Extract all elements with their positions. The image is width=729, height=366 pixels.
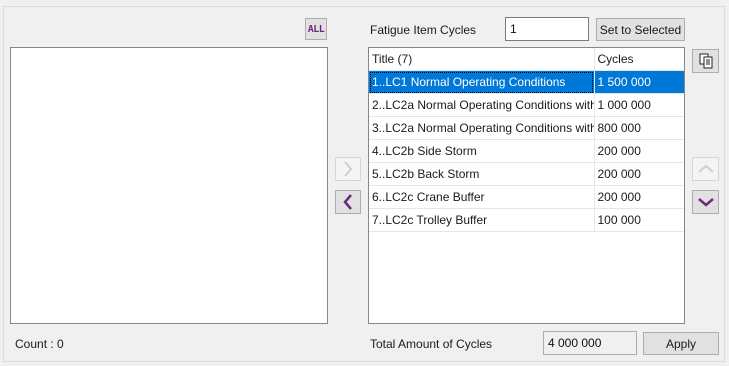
row-title-cell[interactable]: 5..LC2b Back Storm bbox=[369, 162, 595, 186]
copy-icon bbox=[699, 53, 712, 69]
table-row[interactable]: 2..LC2a Normal Operating Conditions with… bbox=[369, 93, 684, 117]
fatigue-cycles-input[interactable] bbox=[505, 17, 589, 41]
row-title-cell[interactable]: 6..LC2c Crane Buffer bbox=[369, 185, 595, 209]
row-cycles-cell[interactable]: 200 000 bbox=[594, 162, 684, 186]
move-right-button[interactable] bbox=[335, 157, 361, 181]
table-row[interactable]: 5..LC2b Back Storm 200 000 bbox=[369, 162, 684, 186]
row-cycles-cell[interactable]: 200 000 bbox=[594, 139, 684, 163]
fatigue-item-cycles-label: Fatigue Item Cycles bbox=[370, 23, 477, 37]
chevron-down-icon bbox=[697, 198, 714, 207]
set-to-selected-label: Set to Selected bbox=[599, 22, 682, 37]
row-cycles-cell[interactable]: 1 500 000 bbox=[594, 70, 684, 94]
row-cycles-cell[interactable]: 200 000 bbox=[594, 185, 684, 209]
copy-button[interactable] bbox=[692, 49, 719, 73]
chevron-right-icon bbox=[344, 161, 353, 177]
move-down-button[interactable] bbox=[692, 190, 719, 214]
all-button-label: ALL bbox=[307, 23, 325, 35]
table-row[interactable]: 6..LC2c Crane Buffer 200 000 bbox=[369, 185, 684, 209]
total-cycles-label: Total Amount of Cycles bbox=[370, 337, 493, 351]
table-row[interactable]: 4..LC2b Side Storm 200 000 bbox=[369, 139, 684, 163]
row-title-cell[interactable]: 1..LC1 Normal Operating Conditions bbox=[369, 70, 595, 94]
apply-label: Apply bbox=[665, 336, 697, 351]
grid-header-row: Title (7) Cycles bbox=[369, 48, 684, 71]
row-title-cell[interactable]: 4..LC2b Side Storm bbox=[369, 139, 595, 163]
table-row[interactable]: 3..LC2a Normal Operating Conditions with… bbox=[369, 116, 684, 140]
row-cycles-cell[interactable]: 100 000 bbox=[594, 208, 684, 232]
table-row[interactable]: 7..LC2c Trolley Buffer 100 000 bbox=[369, 208, 684, 232]
select-all-button[interactable]: ALL bbox=[305, 18, 327, 40]
total-cycles-field bbox=[543, 331, 637, 355]
move-up-button[interactable] bbox=[692, 157, 719, 181]
row-title-cell[interactable]: 3..LC2a Normal Operating Conditions with bbox=[369, 116, 595, 140]
row-cycles-cell[interactable]: 800 000 bbox=[594, 116, 684, 140]
move-left-button[interactable] bbox=[335, 190, 361, 214]
load-cases-grid[interactable]: Title (7) Cycles 1..LC1 Normal Operating… bbox=[368, 47, 685, 324]
table-row[interactable]: 1..LC1 Normal Operating Conditions 1 500 … bbox=[369, 70, 684, 94]
count-label: Count : 0 bbox=[15, 337, 64, 351]
row-title-cell[interactable]: 7..LC2c Trolley Buffer bbox=[369, 208, 595, 232]
row-title-cell[interactable]: 2..LC2a Normal Operating Conditions with bbox=[369, 93, 595, 117]
apply-button[interactable]: Apply bbox=[643, 332, 719, 355]
column-header-cycles[interactable]: Cycles bbox=[594, 48, 684, 71]
row-cycles-cell[interactable]: 1 000 000 bbox=[594, 93, 684, 117]
chevron-up-icon bbox=[697, 164, 714, 173]
column-header-title[interactable]: Title (7) bbox=[369, 48, 595, 71]
chevron-left-icon bbox=[343, 194, 352, 210]
set-to-selected-button[interactable]: Set to Selected bbox=[596, 18, 685, 41]
available-items-list[interactable] bbox=[10, 47, 328, 324]
